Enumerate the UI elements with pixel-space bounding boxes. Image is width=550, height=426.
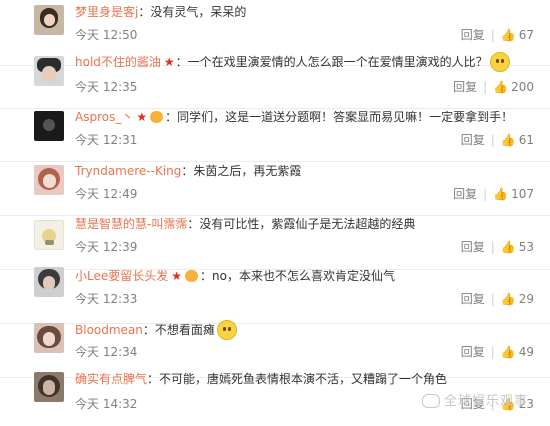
comment-text: ：不想看面瘫	[142, 323, 215, 337]
comment-time: 今天 12:39	[75, 240, 138, 254]
username-link[interactable]: hold不住的酱油	[75, 55, 161, 69]
thumbs-up-icon: 👍	[500, 345, 516, 359]
avatar[interactable]	[34, 111, 64, 141]
weibo-star-badge-icon: ★	[163, 55, 175, 69]
like-button[interactable]: 👍 107	[493, 186, 534, 202]
vip-badge-icon	[150, 110, 164, 123]
avatar[interactable]	[34, 372, 64, 402]
comment-time: 今天 14:32	[75, 397, 138, 411]
like-button[interactable]: 👍 29	[501, 291, 534, 307]
thumbs-up-icon: 👍	[493, 187, 509, 201]
comment-text: ：朱茵之后，再无紫霞	[181, 164, 302, 178]
comment-time: 今天 12:34	[75, 345, 138, 359]
weibo-star-badge-icon: ★	[136, 110, 148, 124]
reply-button[interactable]: 回复	[453, 79, 477, 95]
avatar[interactable]	[34, 5, 64, 35]
watermark: 全球娱乐观事	[421, 390, 528, 409]
like-button[interactable]: 👍 67	[501, 27, 534, 43]
like-count: 53	[518, 240, 534, 254]
reply-button[interactable]: 回复	[461, 291, 485, 307]
avatar[interactable]	[34, 267, 64, 297]
username-link[interactable]: 小Lee要留长头发	[75, 269, 168, 283]
comment-time: 今天 12:49	[75, 187, 138, 201]
thumbs-up-icon: 👍	[500, 240, 516, 254]
comment-text: ：没有灵气，呆呆的	[138, 5, 247, 19]
username-link[interactable]: 梦里身是客j	[75, 5, 138, 19]
comment-time: 今天 12:50	[75, 28, 138, 42]
username-link[interactable]: Bloodmean	[75, 323, 143, 337]
reply-button[interactable]: 回复	[461, 27, 485, 43]
avatar[interactable]	[34, 323, 64, 353]
reply-button[interactable]: 回复	[453, 186, 477, 202]
like-count: 107	[511, 187, 534, 201]
reply-button[interactable]: 回复	[461, 344, 485, 360]
comment-text: ：no，本来也不怎么喜欢肯定没仙气	[200, 269, 395, 283]
comment-time: 今天 12:33	[75, 292, 138, 306]
reply-button[interactable]: 回复	[461, 132, 485, 148]
comment-time: 今天 12:31	[75, 133, 138, 147]
wechat-logo-icon	[421, 393, 440, 408]
comment-text: ：一个在戏里演爱情的人怎么跟一个在爱情里演戏的人比？	[175, 55, 488, 69]
comment-text: ：不可能，唐嫣死鱼表情根本演不活，又糟蹋了一个角色	[147, 372, 448, 386]
comment-time: 今天 12:35	[75, 80, 138, 94]
like-count: 29	[518, 292, 534, 306]
avatar[interactable]	[34, 220, 64, 250]
avatar[interactable]	[34, 165, 64, 195]
like-count: 200	[511, 80, 534, 94]
thumbs-up-icon: 👍	[493, 80, 509, 94]
thumbs-up-icon: 👍	[500, 292, 516, 306]
like-button[interactable]: 👍 200	[493, 79, 534, 95]
like-button[interactable]: 👍 49	[501, 344, 534, 360]
like-button[interactable]: 👍 53	[501, 239, 534, 255]
username-link[interactable]: 确实有点脾气	[75, 372, 147, 386]
avatar[interactable]	[34, 56, 64, 86]
sweat-smile-emoji-icon	[489, 51, 510, 72]
thumbs-up-icon: 👍	[500, 28, 516, 42]
thumbs-up-icon: 👍	[500, 133, 516, 147]
weibo-star-badge-icon: ★	[171, 269, 183, 283]
comment-text: ：没有可比性，紫霞仙子是无法超越的经典	[187, 217, 416, 231]
comment-text: ：同学们，这是一道送分题啊！答案显而易见嘛！一定要拿到手！	[165, 110, 514, 124]
like-button[interactable]: 👍 61	[501, 132, 534, 148]
username-link[interactable]: Tryndamere--King	[75, 164, 181, 178]
username-link[interactable]: Aspros_丶	[75, 110, 133, 124]
smirk-emoji-icon	[216, 319, 237, 340]
username-link[interactable]: 慧是智慧的慧-叫霈霈	[75, 217, 187, 231]
reply-button[interactable]: 回复	[461, 239, 485, 255]
like-count: 61	[518, 133, 534, 147]
like-count: 67	[518, 28, 534, 42]
vip-badge-icon	[185, 269, 199, 282]
like-count: 49	[518, 345, 534, 359]
